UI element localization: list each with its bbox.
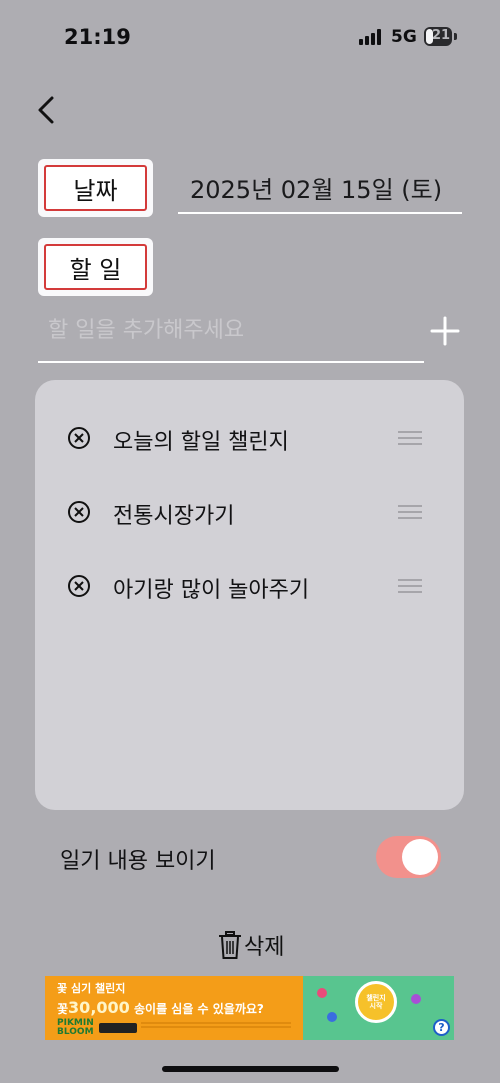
toggle-knob: [402, 839, 438, 875]
delete-label: 삭제: [244, 935, 285, 960]
ad-promo-panel: 꽃 심기 챌린지 꽃30,000 송이를 심을 수 있을까요? PIKMIN B…: [45, 976, 303, 1040]
task-input[interactable]: [40, 310, 436, 350]
pikmin-character: [411, 994, 421, 1004]
todo-text: 전통시장가기: [113, 504, 235, 529]
date-label-box: 날짜: [38, 159, 153, 217]
signal-icon: [359, 29, 385, 45]
ad-banner[interactable]: 꽃 심기 챌린지 꽃30,000 송이를 심을 수 있을까요? PIKMIN B…: [45, 976, 454, 1040]
chevron-left-icon: [38, 96, 54, 124]
drag-handle-icon[interactable]: [398, 505, 422, 519]
home-indicator: [162, 1066, 339, 1072]
todo-edit-screen: 21:19 5G 21 날짜 2025년 02월 15일 (토) 할 일 할 일…: [0, 0, 500, 1083]
task-input-underline: [38, 361, 424, 363]
circle-x-icon: [68, 575, 90, 597]
drag-handle-icon[interactable]: [398, 431, 422, 445]
status-time: 21:19: [64, 25, 131, 49]
circle-x-icon: [68, 427, 90, 449]
todo-list: 오늘의 할일 챌린지 전통시장가기 아기랑 많이 놀아주기: [35, 380, 464, 810]
ad-info-icon[interactable]: ?: [433, 1019, 450, 1036]
pikmin-character: [317, 988, 327, 998]
todo-text: 아기랑 많이 놀아주기: [113, 578, 310, 603]
back-button[interactable]: [30, 92, 66, 128]
remove-item-button[interactable]: [67, 426, 91, 450]
show-diary-toggle[interactable]: [376, 836, 441, 878]
task-label-box: 할 일: [38, 238, 153, 296]
add-task-button[interactable]: [428, 314, 462, 348]
remove-item-button[interactable]: [67, 574, 91, 598]
delete-button[interactable]: 삭제: [218, 928, 284, 962]
date-label: 날짜: [44, 165, 147, 211]
circle-x-icon: [68, 501, 90, 523]
ad-brand-logo: PIKMIN BLOOM: [57, 1018, 94, 1037]
list-item: 아기랑 많이 놀아주기: [35, 564, 464, 608]
battery-level: 21: [432, 28, 451, 43]
task-label: 할 일: [44, 244, 147, 290]
pikmin-character: [327, 1012, 337, 1022]
network-type: 5G: [391, 27, 417, 47]
ad-headline: 꽃 심기 챌린지: [57, 982, 126, 995]
ad-subline: 꽃30,000 송이를 심을 수 있을까요?: [57, 998, 264, 1017]
list-item: 오늘의 할일 챌린지: [35, 416, 464, 460]
date-underline: [178, 212, 462, 214]
remove-item-button[interactable]: [67, 500, 91, 524]
plus-icon: [430, 316, 460, 346]
ad-badge: 챌린지 시작: [355, 981, 397, 1023]
battery-icon: 21: [424, 27, 452, 46]
trash-icon: [219, 931, 241, 959]
date-value[interactable]: 2025년 02월 15일 (토): [190, 170, 442, 205]
ad-fine-print: [141, 1022, 291, 1024]
battery-tip: [454, 33, 457, 40]
ad-image-panel: 챌린지 시작 ?: [303, 976, 454, 1040]
toggle-label: 일기 내용 보이기: [60, 849, 216, 874]
ad-number: 30,000: [68, 998, 130, 1017]
drag-handle-icon[interactable]: [398, 579, 422, 593]
list-item: 전통시장가기: [35, 490, 464, 534]
todo-text: 오늘의 할일 챌린지: [113, 430, 289, 455]
app-store-badge: [99, 1023, 137, 1033]
